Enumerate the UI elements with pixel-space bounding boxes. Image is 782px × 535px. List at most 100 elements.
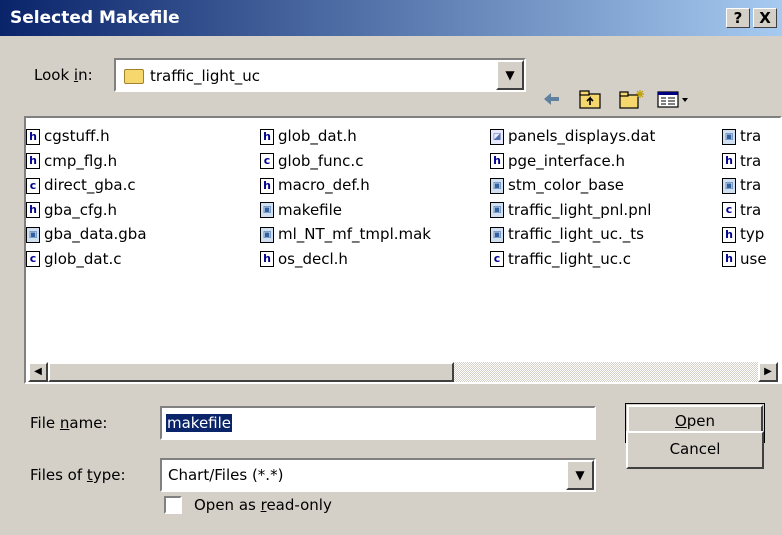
filetype-label: Files of type: [30,466,126,484]
file-item[interactable]: h cgstuff.h [26,124,110,148]
c-source-file-icon: c [26,177,40,194]
file-item[interactable]: c glob_func.c [260,149,363,173]
file-name: tra [740,176,762,194]
file-item[interactable]: ▣ traffic_light_uc._ts [490,222,644,246]
generic-file-icon: ▣ [490,226,504,243]
file-list[interactable]: h use h typ c tra ▣ tra h tra ▣ tra c traffic_light_u… [24,116,782,384]
file-item[interactable]: ▣ makefile [260,198,342,222]
c-source-file-icon: c [490,251,504,267]
file-name: traffic_light_pnl.pnl [508,200,652,219]
file-name: glob_func.c [278,151,364,170]
generic-file-icon: ▣ [722,128,736,145]
header-file-icon: h [26,202,40,218]
header-file-icon: h [722,226,736,243]
header-file-icon: h [260,177,274,194]
file-name: tra [740,151,762,170]
view-menu-icon[interactable] [656,88,692,110]
file-name: gba_cfg.h [44,200,118,219]
scroll-right-arrow-icon[interactable]: ▶ [758,362,778,382]
file-item[interactable]: h os_decl.h [260,247,348,271]
file-name: pge_interface.h [508,151,625,170]
file-name: glob_dat.c [44,249,122,268]
generic-file-icon: ▣ [722,177,736,194]
scroll-left-arrow-icon[interactable]: ◀ [28,362,48,382]
file-item[interactable]: c glob_dat.c [26,247,122,271]
title-bar: Selected Makefile ? X [0,0,782,36]
file-name: panels_displays.dat [508,127,656,145]
cancel-button[interactable]: Cancel [626,431,764,469]
scroll-thumb[interactable] [48,362,454,382]
help-button[interactable]: ? [726,8,750,28]
file-name: tra [740,200,762,219]
generic-file-icon: ▣ [26,226,40,243]
file-name: use [740,249,767,268]
file-item[interactable]: h pge_interface.h [490,149,625,173]
file-item[interactable]: ▣ tra [722,124,761,148]
file-item[interactable]: h glob_dat.h [260,124,357,148]
readonly-checkbox[interactable] [164,496,182,514]
generic-file-icon: ▣ [260,226,274,243]
file-name: glob_dat.h [278,127,357,145]
header-file-icon: h [26,128,40,145]
header-file-icon: h [490,153,504,169]
file-name: tra [740,127,762,145]
c-source-file-icon: c [26,251,40,267]
file-item[interactable]: h use [722,247,767,271]
file-name: stm_color_base [508,176,625,194]
file-item[interactable]: ▣ stm_color_base [490,173,624,197]
file-item[interactable]: h gba_cfg.h [26,198,117,222]
readonly-label: Open as read-only [194,496,332,514]
file-item[interactable]: ▣ ml_NT_mf_tmpl.mak [260,222,431,246]
close-button[interactable]: X [753,8,777,28]
generic-file-icon: ▣ [490,202,504,218]
file-name: cmp_flg.h [44,151,118,170]
chevron-down-icon[interactable]: ▼ [566,460,594,490]
header-file-icon: h [26,153,40,169]
file-item[interactable]: c traffic_light_uc.c [490,247,631,271]
new-folder-icon[interactable] [618,88,646,110]
file-item[interactable]: h typ [722,222,764,246]
generic-file-icon: ▣ [490,177,504,194]
horizontal-scrollbar[interactable]: ◀ ▶ [28,362,778,382]
file-name: os_decl.h [278,249,348,268]
window-title: Selected Makefile [10,8,180,28]
file-name: traffic_light_uc._ts [508,225,644,243]
filetype-value: Chart/Files (*.*) [168,466,284,484]
file-item[interactable]: ▣ traffic_light_pnl.pnl [490,198,651,222]
file-name: typ [740,225,765,243]
header-file-icon: h [722,251,736,267]
header-file-icon: h [260,128,274,145]
file-name: cgstuff.h [44,127,110,145]
up-folder-icon[interactable] [578,88,602,110]
chevron-down-icon[interactable]: ▼ [496,60,524,90]
file-item[interactable]: ◪ panels_displays.dat [490,124,655,148]
lookin-value: traffic_light_uc [150,67,260,85]
generic-file-icon: ▣ [260,202,274,218]
filename-value: makefile [166,414,233,432]
file-name: makefile [278,200,343,219]
file-item[interactable]: h macro_def.h [260,173,370,197]
file-item[interactable]: h cmp_flg.h [26,149,117,173]
file-name: ml_NT_mf_tmpl.mak [278,225,431,243]
filename-input[interactable]: makefile [160,406,596,440]
file-name: macro_def.h [278,176,370,194]
c-source-file-icon: c [260,153,274,169]
header-file-icon: h [260,251,274,267]
file-item[interactable]: ▣ tra [722,173,761,197]
lookin-label: Look in: [34,66,93,84]
file-item[interactable]: ▣ gba_data.gba [26,222,147,246]
file-item[interactable]: c tra [722,198,761,222]
file-name: direct_gba.c [44,176,136,194]
c-source-file-icon: c [722,202,736,218]
file-name: traffic_light_uc.c [508,249,632,268]
filetype-select[interactable]: Chart/Files (*.*) ▼ [160,458,596,492]
file-item[interactable]: h tra [722,149,761,173]
back-arrow-icon[interactable] [540,88,562,110]
data-file-icon: ◪ [490,128,504,145]
filename-label: File name: [30,414,108,432]
folder-icon [124,69,144,84]
lookin-combobox[interactable]: traffic_light_uc ▼ [114,58,526,92]
file-name: gba_data.gba [44,225,147,243]
file-item[interactable]: c direct_gba.c [26,173,136,197]
header-file-icon: h [722,153,736,169]
